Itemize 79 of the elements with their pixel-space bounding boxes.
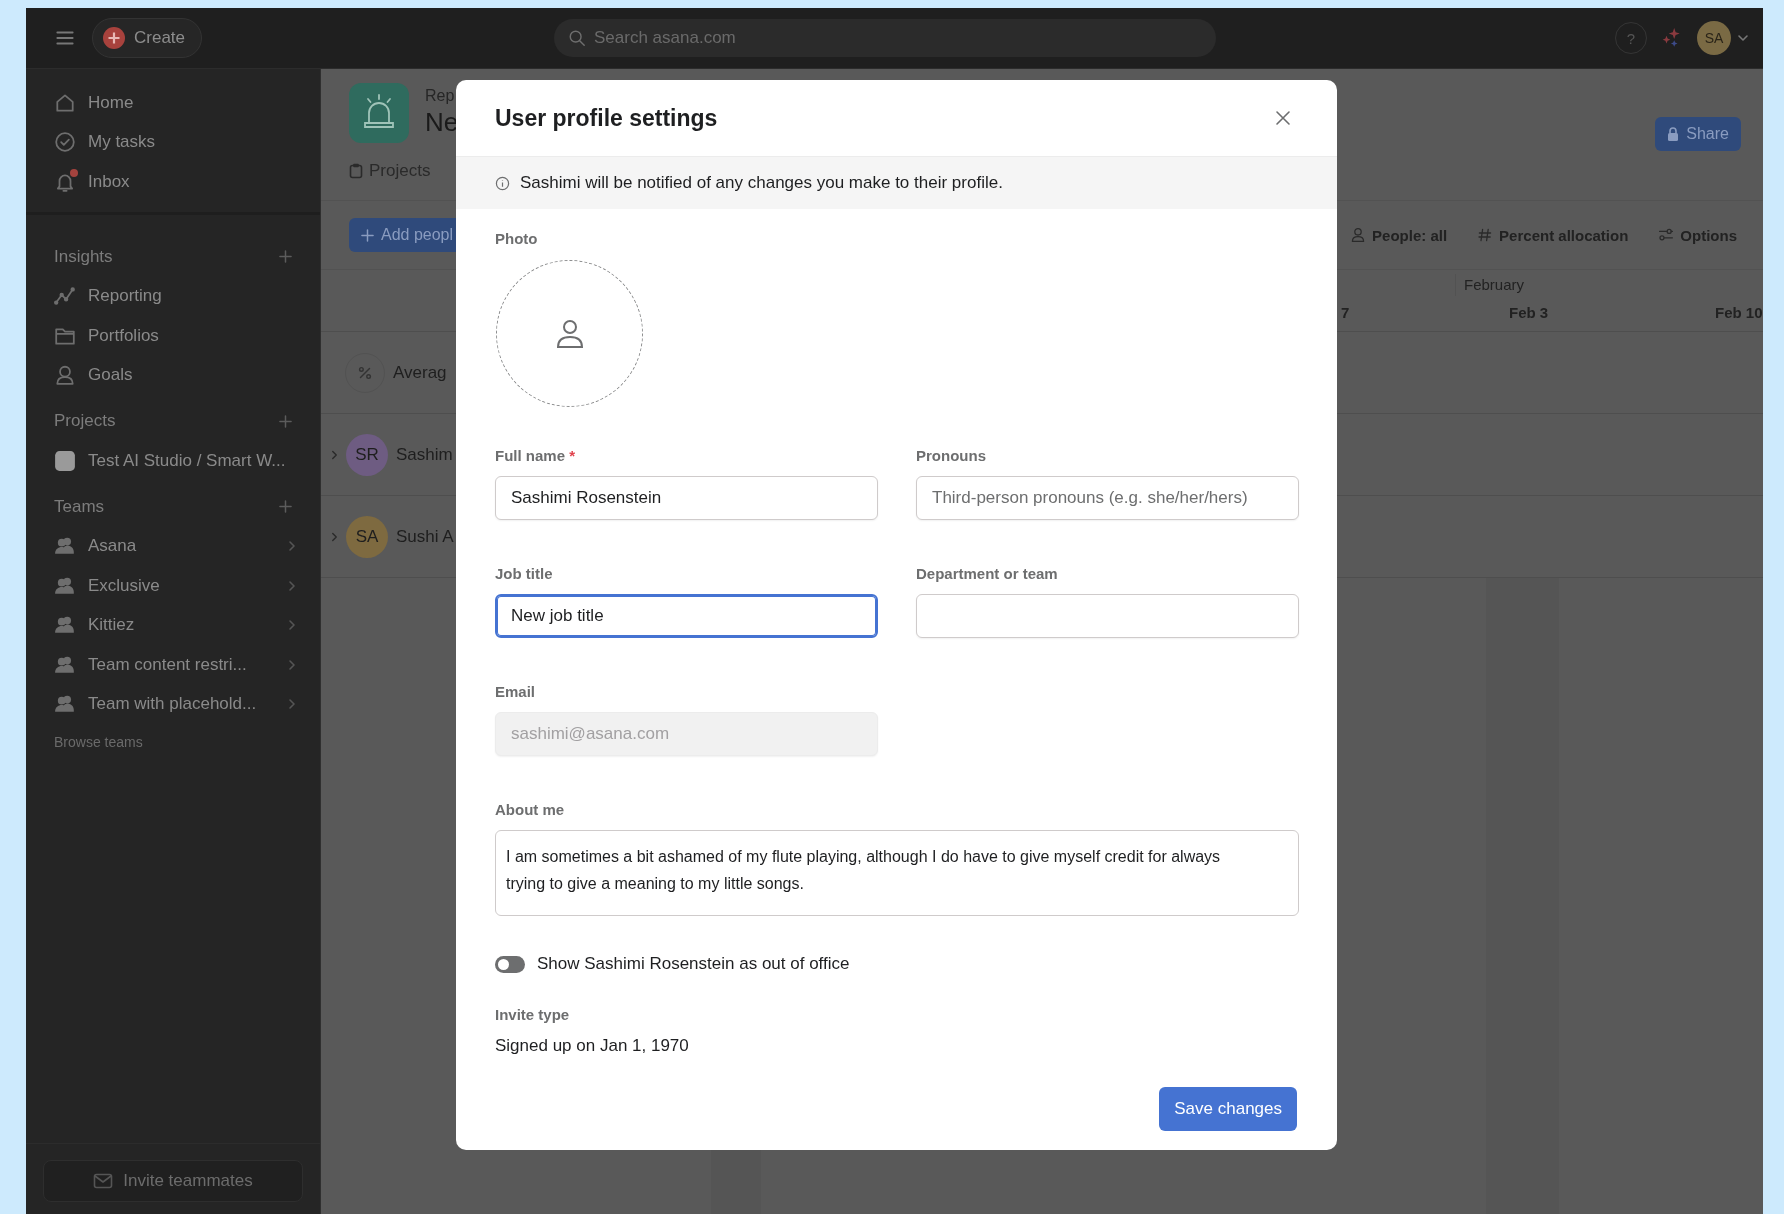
sidebar-item[interactable]: Goals [26, 355, 320, 395]
notice-text: Sashimi will be notified of any changes you make to their profile. [520, 173, 1003, 193]
nav-item[interactable]: Inbox [26, 162, 320, 202]
lock-icon [1667, 127, 1680, 141]
field-label: Pronouns [916, 447, 987, 465]
text-area[interactable]: I am sometimes a bit ashamed of my flute playing, although I do have to give myself credit for always trying to give a meaning to my little songs. [495, 830, 1299, 916]
page-title: Ne [425, 107, 459, 138]
row-label: Sushi A [396, 526, 454, 547]
input-field[interactable] [916, 594, 1299, 638]
close-icon[interactable] [1275, 110, 1291, 126]
invite-type-text: Signed up on Jan 1, 1970 [495, 1036, 690, 1056]
chevron-icon[interactable] [288, 658, 296, 671]
input-field[interactable]: New job title [495, 594, 878, 638]
field-label: Department or team [916, 565, 1059, 583]
row-label: Sashim [396, 444, 453, 465]
share-button[interactable]: Share [1655, 117, 1741, 151]
nav-item[interactable]: Home [26, 83, 320, 123]
search-field[interactable]: Search asana.com [554, 19, 1217, 57]
section-heading: Insights [54, 246, 113, 267]
input-field[interactable]: Sashimi Rosenstein [495, 476, 878, 520]
plus-icon [361, 228, 374, 242]
search-icon [568, 29, 587, 47]
caret-icon[interactable] [1737, 34, 1749, 42]
chevron-icon[interactable] [288, 698, 296, 711]
square-icon [54, 449, 76, 472]
field-label: Photo [495, 230, 539, 248]
section-heading: Teams [54, 496, 105, 517]
user-avatar[interactable]: SA [1697, 21, 1731, 55]
hash-icon [1477, 227, 1494, 243]
date-label: Feb 3 [1509, 304, 1550, 321]
sidebar-item[interactable]: Reporting [26, 276, 320, 316]
info-icon [495, 175, 510, 191]
plus-icon[interactable] [279, 500, 292, 513]
sidebar-item[interactable]: Team with placehold... [26, 684, 320, 724]
plus-icon[interactable] [279, 250, 292, 263]
field-label: Full name * [495, 447, 577, 465]
sidebar-item[interactable]: Kittiez [26, 605, 320, 645]
plus-icon [103, 27, 125, 49]
nav-item[interactable]: My tasks [26, 122, 320, 162]
user-avatar: SR [346, 433, 388, 476]
chevron-icon[interactable] [288, 579, 296, 592]
plus-icon[interactable] [279, 414, 292, 428]
section-heading: Projects [54, 411, 116, 431]
chevron-icon[interactable] [331, 530, 338, 543]
input-field[interactable]: Third-person pronouns (e.g. she/her/hers) [916, 476, 1299, 520]
field-label: Invite type [495, 1006, 571, 1024]
browse-teams-link[interactable]: Browse teams [26, 724, 320, 760]
sidebar-item[interactable]: Portfolios [26, 316, 320, 356]
check-circle-icon [54, 131, 76, 154]
chevron-icon[interactable] [288, 540, 296, 553]
mail-icon [93, 1173, 114, 1189]
date-label: 7 [1340, 304, 1351, 321]
field-label: Email [495, 683, 537, 701]
sliders-icon [1658, 227, 1675, 243]
person-icon [1350, 227, 1367, 243]
create-button[interactable]: Create [92, 18, 203, 58]
add-people-button[interactable]: Add peopl [349, 218, 457, 252]
toolbar-button[interactable]: Options [1658, 226, 1737, 244]
clipboard-icon [349, 163, 363, 179]
user-avatar: SA [346, 515, 388, 558]
field-label: About me [495, 801, 566, 819]
toolbar-button[interactable]: Percent allocation [1477, 226, 1629, 244]
field-label: Job title [495, 565, 554, 583]
month-label: February [1455, 274, 1763, 296]
chevron-icon[interactable] [331, 448, 338, 461]
save-button[interactable]: Save changes [1159, 1087, 1297, 1131]
sidebar-item[interactable]: Team content restri... [26, 645, 320, 685]
dialog-title: User profile settings [495, 104, 718, 132]
chevron-icon[interactable] [288, 619, 296, 632]
invite-button[interactable]: Invite teammates [43, 1160, 303, 1202]
toggle-label: Show Sashimi Rosenstein as out of office [537, 954, 850, 974]
line-chart-icon [54, 285, 76, 308]
toggle-switch[interactable] [495, 955, 525, 973]
sidebar-item[interactable]: Asana [26, 526, 320, 566]
sidebar-item[interactable]: Test AI Studio / Smart W... [26, 441, 320, 481]
row-label: Averag [393, 362, 447, 383]
alarm-icon [349, 83, 409, 143]
person-icon [54, 364, 76, 387]
sidebar-item[interactable]: Exclusive [26, 566, 320, 606]
